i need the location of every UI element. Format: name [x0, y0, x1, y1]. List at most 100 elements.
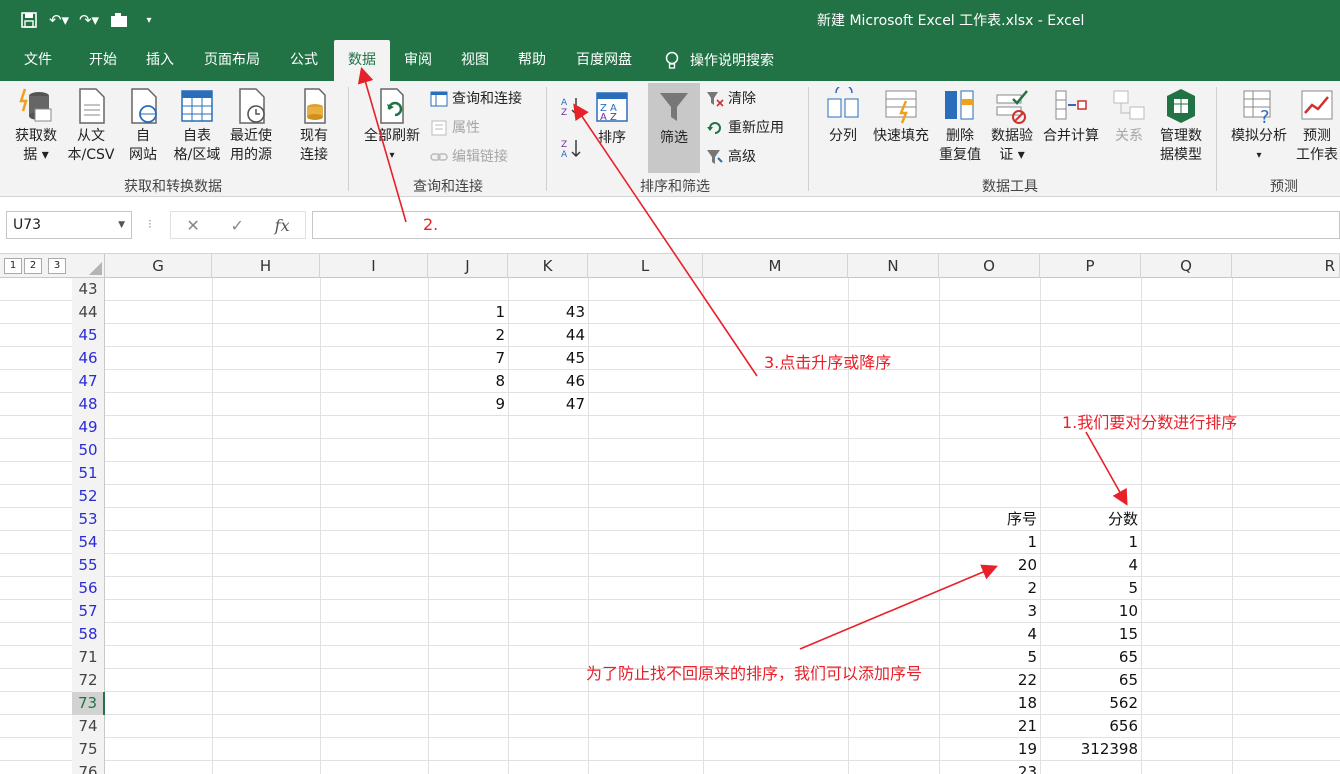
- cell-j[interactable]: [428, 715, 508, 738]
- row-header[interactable]: 73: [72, 692, 105, 715]
- cell-o[interactable]: 3: [939, 600, 1040, 623]
- row-header[interactable]: 46: [72, 347, 105, 370]
- cell-k[interactable]: 47: [508, 393, 588, 416]
- formula-input[interactable]: [312, 211, 1340, 239]
- cell-k[interactable]: 46: [508, 370, 588, 393]
- cell-k[interactable]: [508, 462, 588, 485]
- tab-home[interactable]: 开始: [76, 40, 130, 81]
- cell-k[interactable]: [508, 692, 588, 715]
- cell-j[interactable]: 9: [428, 393, 508, 416]
- cell-p[interactable]: 1: [1040, 531, 1141, 554]
- cell-j[interactable]: [428, 554, 508, 577]
- cell-o[interactable]: 19: [939, 738, 1040, 761]
- name-box[interactable]: U73 ▼: [6, 211, 132, 239]
- cell-j[interactable]: [428, 738, 508, 761]
- customize-qat-icon[interactable]: ▾: [134, 8, 164, 32]
- cell-j[interactable]: [428, 508, 508, 531]
- row-header[interactable]: 75: [72, 738, 105, 761]
- row-header[interactable]: 44: [72, 301, 105, 324]
- cell-j[interactable]: [428, 416, 508, 439]
- manage-data-model-button[interactable]: 管理数 据模型: [1154, 87, 1208, 165]
- cell-j[interactable]: [428, 278, 508, 301]
- cell-k[interactable]: 44: [508, 324, 588, 347]
- cell-p[interactable]: [1040, 324, 1141, 347]
- cell-o[interactable]: [939, 393, 1040, 416]
- outline-level-1-button[interactable]: 1: [4, 258, 22, 274]
- row-header[interactable]: 74: [72, 715, 105, 738]
- cell-p[interactable]: 4: [1040, 554, 1141, 577]
- from-web-button[interactable]: 自 网站: [122, 87, 164, 165]
- cell-p[interactable]: [1040, 278, 1141, 301]
- cell-k[interactable]: [508, 623, 588, 646]
- row-header[interactable]: 55: [72, 554, 105, 577]
- flash-fill-button[interactable]: 快速填充: [868, 87, 934, 146]
- cell-p[interactable]: [1040, 370, 1141, 393]
- tab-review[interactable]: 审阅: [394, 40, 442, 81]
- cell-p[interactable]: [1040, 462, 1141, 485]
- cell-o[interactable]: 2: [939, 577, 1040, 600]
- cell-k[interactable]: [508, 738, 588, 761]
- row-header[interactable]: 43: [72, 278, 105, 301]
- tab-page-layout[interactable]: 页面布局: [192, 40, 272, 81]
- cell-p[interactable]: [1040, 347, 1141, 370]
- cell-j[interactable]: [428, 646, 508, 669]
- remove-duplicates-button[interactable]: 删除 重复值: [936, 87, 984, 165]
- cell-p[interactable]: 5: [1040, 577, 1141, 600]
- row-header[interactable]: 71: [72, 646, 105, 669]
- cell-p[interactable]: [1040, 301, 1141, 324]
- cell-j[interactable]: [428, 531, 508, 554]
- sort-descending-button[interactable]: ZA: [560, 137, 582, 159]
- tab-view[interactable]: 视图: [450, 40, 500, 81]
- cell-o[interactable]: [939, 416, 1040, 439]
- row-header[interactable]: 50: [72, 439, 105, 462]
- undo-icon[interactable]: ↶▾: [44, 8, 74, 32]
- edit-links-button[interactable]: 编辑链接: [430, 147, 508, 167]
- cell-k[interactable]: [508, 508, 588, 531]
- row-header[interactable]: 45: [72, 324, 105, 347]
- filter-button[interactable]: 筛选: [648, 83, 700, 173]
- column-header-i[interactable]: I: [320, 254, 428, 278]
- row-header[interactable]: 47: [72, 370, 105, 393]
- cell-j[interactable]: [428, 439, 508, 462]
- cell-j[interactable]: 2: [428, 324, 508, 347]
- cell-o[interactable]: [939, 439, 1040, 462]
- cell-o[interactable]: [939, 278, 1040, 301]
- from-table-range-button[interactable]: 自表 格/区域: [168, 87, 226, 165]
- cell-k[interactable]: [508, 761, 588, 774]
- cell-k[interactable]: [508, 439, 588, 462]
- refresh-all-button[interactable]: 全部刷新 ▾: [358, 87, 426, 165]
- column-header-p[interactable]: P: [1040, 254, 1141, 278]
- cell-j[interactable]: [428, 761, 508, 774]
- outline-level-2-button[interactable]: 2: [24, 258, 42, 274]
- column-header-q[interactable]: Q: [1141, 254, 1232, 278]
- insert-function-icon[interactable]: fx: [275, 216, 290, 235]
- cell-k[interactable]: [508, 715, 588, 738]
- redo-icon[interactable]: ↷▾: [74, 8, 104, 32]
- column-header-o[interactable]: O: [939, 254, 1040, 278]
- cell-k[interactable]: 43: [508, 301, 588, 324]
- tab-help[interactable]: 帮助: [506, 40, 558, 81]
- cell-j[interactable]: [428, 485, 508, 508]
- cell-o[interactable]: 4: [939, 623, 1040, 646]
- cell-j[interactable]: [428, 669, 508, 692]
- row-header[interactable]: 48: [72, 393, 105, 416]
- sort-ascending-button[interactable]: AZ: [560, 95, 582, 117]
- cell-p[interactable]: 65: [1040, 646, 1141, 669]
- column-header-m[interactable]: M: [703, 254, 848, 278]
- tell-me-search[interactable]: 操作说明搜索: [664, 40, 790, 81]
- properties-button[interactable]: 属性: [430, 118, 480, 138]
- column-header-n[interactable]: N: [848, 254, 939, 278]
- cell-k[interactable]: 45: [508, 347, 588, 370]
- cell-j[interactable]: [428, 623, 508, 646]
- cell-o[interactable]: 5: [939, 646, 1040, 669]
- camera-icon[interactable]: [104, 8, 134, 32]
- queries-connections-button[interactable]: 查询和连接: [430, 89, 522, 109]
- row-header[interactable]: 51: [72, 462, 105, 485]
- outline-level-3-button[interactable]: 3: [48, 258, 66, 274]
- column-header-g[interactable]: G: [105, 254, 212, 278]
- cell-p[interactable]: 65: [1040, 669, 1141, 692]
- cell-p[interactable]: 562: [1040, 692, 1141, 715]
- tab-insert[interactable]: 插入: [134, 40, 186, 81]
- from-text-csv-button[interactable]: 从文 本/CSV: [64, 87, 118, 165]
- cell-k[interactable]: [508, 554, 588, 577]
